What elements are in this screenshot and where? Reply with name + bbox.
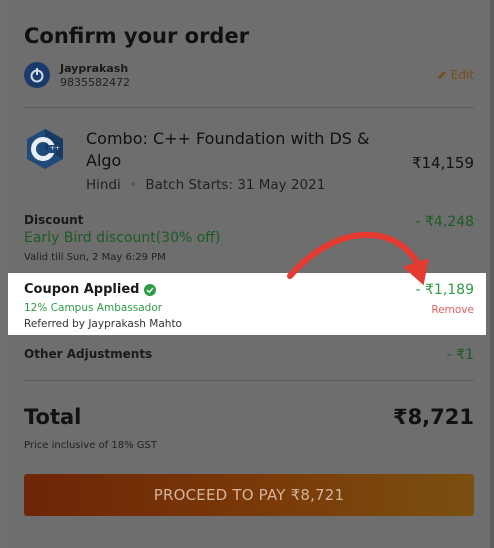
course-language: Hindi bbox=[86, 177, 121, 193]
proceed-to-pay-button[interactable]: PROCEED TO PAY ₹8,721 bbox=[24, 474, 474, 516]
pencil-icon bbox=[437, 71, 446, 79]
cpp-logo-icon: ++ bbox=[24, 128, 66, 170]
adjustments-label: Other Adjustments bbox=[24, 347, 153, 361]
discount-validity: Valid till Sun, 2 May 6:29 PM bbox=[24, 252, 166, 263]
divider bbox=[24, 380, 474, 381]
frame-left-border bbox=[0, 0, 6, 548]
coupon-label: Coupon Applied bbox=[24, 282, 140, 297]
frame-right-border bbox=[490, 0, 494, 548]
adjustments-value: - ₹1 bbox=[446, 347, 474, 363]
svg-text:++: ++ bbox=[50, 145, 60, 152]
total-label: Total bbox=[24, 405, 82, 429]
remove-coupon-button[interactable]: Remove bbox=[431, 304, 474, 316]
course-meta: Hindi • Batch Starts: 31 May 2021 bbox=[86, 177, 325, 193]
check-circle-icon bbox=[144, 283, 157, 296]
edit-label: Edit bbox=[450, 68, 474, 82]
coupon-referrer: Referred by Jayprakash Mahto bbox=[24, 318, 182, 330]
total-value: ₹8,721 bbox=[392, 405, 474, 429]
course-price: ₹14,159 bbox=[411, 154, 474, 172]
coupon-name: 12% Campus Ambassador bbox=[24, 302, 163, 314]
discount-label: Discount bbox=[24, 213, 84, 227]
page-title: Confirm your order bbox=[24, 24, 250, 48]
course-title: Combo: C++ Foundation with DS & Algo bbox=[86, 129, 370, 170]
meta-separator: • bbox=[129, 177, 138, 193]
user-phone: 9835582472 bbox=[60, 76, 130, 89]
power-icon bbox=[24, 62, 50, 88]
user-info-row: Jayprakash 9835582472 Edit bbox=[24, 60, 474, 92]
user-name: Jayprakash bbox=[60, 62, 129, 75]
edit-button[interactable]: Edit bbox=[437, 68, 474, 82]
curved-arrow-annotation bbox=[287, 231, 429, 286]
gst-note: Price inclusive of 18% GST bbox=[24, 440, 157, 451]
divider bbox=[24, 107, 474, 108]
coupon-label-row: Coupon Applied bbox=[24, 282, 157, 297]
course-batch: Batch Starts: 31 May 2021 bbox=[145, 177, 326, 193]
discount-name: Early Bird discount(30% off) bbox=[24, 230, 221, 246]
